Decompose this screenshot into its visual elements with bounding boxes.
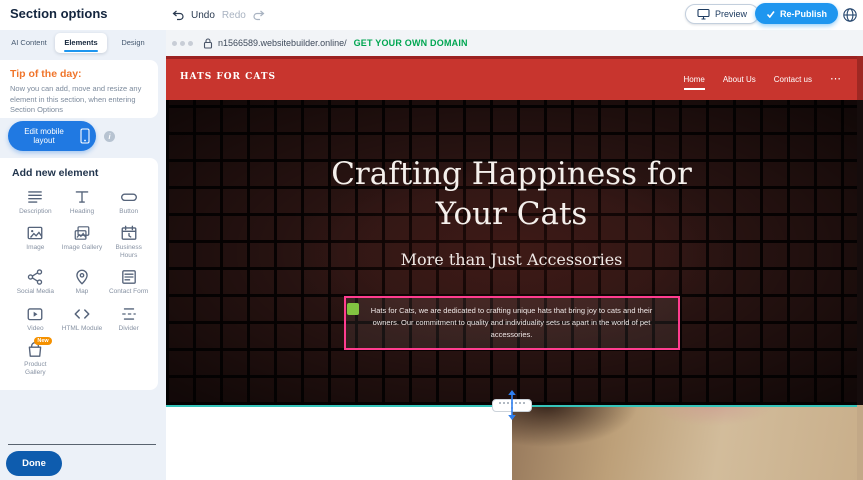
site-preview: HATS FOR CATS Home About Us Contact us ⋯ Cr…	[166, 56, 857, 480]
page-title: Section options	[10, 6, 108, 21]
social-media-icon	[26, 268, 44, 286]
hero-heading[interactable]: Crafting Happiness for Your Cats	[312, 154, 712, 235]
tip-body: Now you can add, move and resize any ele…	[10, 84, 148, 116]
description-icon	[26, 188, 44, 206]
hero-body-text: Hats for Cats, we are dedicated to craft…	[358, 305, 666, 341]
site-nav: Home About Us Contact us ⋯	[684, 59, 842, 100]
element-label: Divider	[119, 325, 139, 333]
preview-button[interactable]: Preview	[685, 4, 759, 24]
sidebar-divider	[8, 444, 156, 445]
next-section-image	[512, 405, 858, 480]
divider-icon	[120, 305, 138, 323]
editor-canvas: n1566589.websitebuilder.online/ GET YOUR…	[166, 30, 863, 480]
mobile-layout-row: Edit mobile layout i	[8, 121, 115, 151]
app-root: Section options Undo Redo Preview Re-Pub…	[0, 0, 863, 480]
hero-subheading[interactable]: More than Just Accessories	[401, 250, 623, 269]
site-logo: HATS FOR CATS	[180, 72, 276, 82]
heading-icon	[73, 188, 91, 206]
tab-design[interactable]: Design	[107, 33, 159, 53]
browser-bar: n1566589.websitebuilder.online/ GET YOUR…	[166, 30, 863, 56]
element-label: Business Hours	[107, 244, 151, 260]
resize-section-arrow-icon[interactable]	[506, 390, 518, 420]
window-dot	[172, 41, 177, 46]
element-label: Description	[19, 208, 52, 216]
add-element-contact-form[interactable]: Contact Form	[105, 264, 152, 299]
add-panel-title: Add new element	[12, 167, 152, 179]
window-dot	[180, 41, 185, 46]
edit-mobile-layout-button[interactable]: Edit mobile layout	[8, 121, 96, 151]
element-label: Contact Form	[109, 288, 148, 296]
site-header[interactable]: HATS FOR CATS Home About Us Contact us ⋯	[166, 56, 857, 100]
redo-icon[interactable]	[253, 10, 265, 21]
add-element-button[interactable]: Button	[105, 184, 152, 219]
nav-more-button[interactable]: ⋯	[830, 74, 841, 85]
top-bar: Section options Undo Redo Preview Re-Pub…	[0, 0, 863, 30]
sidebar-tabs: AI ContentElementsDesign	[3, 33, 159, 53]
hero-section[interactable]: Crafting Happiness for Your Cats More th…	[166, 100, 857, 405]
tip-card: Tip of the day: Now you can add, move an…	[0, 60, 158, 118]
tab-elements[interactable]: Elements	[55, 33, 107, 53]
redo-button[interactable]: Redo	[222, 10, 246, 21]
add-element-social-media[interactable]: Social Media	[12, 264, 59, 299]
window-dot	[188, 41, 193, 46]
tip-title: Tip of the day:	[10, 68, 148, 80]
add-element-product-gallery[interactable]: Product Gallery New	[12, 337, 59, 380]
html-module-icon	[73, 305, 91, 323]
element-label: Map	[76, 288, 89, 296]
add-element-business-hours[interactable]: Business Hours	[105, 220, 152, 263]
image-gallery-icon	[73, 224, 91, 242]
add-element-image-gallery[interactable]: Image Gallery	[59, 220, 106, 263]
tab-ai-content[interactable]: AI Content	[3, 33, 55, 53]
element-grid: Description Heading Button Image Image Galle…	[12, 184, 152, 380]
monitor-icon	[697, 8, 710, 20]
nav-contact-us[interactable]: Contact us	[774, 72, 812, 87]
element-label: Heading	[70, 208, 94, 216]
selected-text-element[interactable]: Hats for Cats, we are dedicated to craft…	[344, 296, 680, 350]
add-element-heading[interactable]: Heading	[59, 184, 106, 219]
get-domain-link[interactable]: GET YOUR OWN DOMAIN	[354, 38, 468, 48]
new-badge: New	[34, 337, 51, 345]
element-label: Video	[27, 325, 44, 333]
video-icon	[26, 305, 44, 323]
phone-icon	[80, 128, 90, 144]
info-icon[interactable]: i	[104, 131, 115, 142]
add-element-image[interactable]: Image	[12, 220, 59, 263]
add-element-description[interactable]: Description	[12, 184, 59, 219]
edit-mobile-label: Edit mobile layout	[14, 127, 74, 145]
element-label: Social Media	[17, 288, 54, 296]
add-element-html-module[interactable]: HTML Module	[59, 301, 106, 336]
preview-label: Preview	[715, 9, 747, 19]
element-drag-handle[interactable]	[347, 303, 359, 315]
add-element-map[interactable]: Map	[59, 264, 106, 299]
undo-button[interactable]: Undo	[191, 10, 215, 21]
done-button[interactable]: Done	[6, 451, 62, 476]
element-label: Button	[119, 208, 138, 216]
site-url: n1566589.websitebuilder.online/	[218, 38, 347, 48]
element-label: Image	[26, 244, 44, 252]
add-element-divider[interactable]: Divider	[105, 301, 152, 336]
map-icon	[73, 268, 91, 286]
check-icon	[766, 10, 775, 18]
globe-icon[interactable]	[842, 7, 858, 23]
history-controls: Undo Redo	[172, 0, 265, 30]
button-icon	[120, 188, 138, 206]
business-hours-icon	[120, 224, 138, 242]
element-label: Image Gallery	[62, 244, 102, 252]
add-element-panel: Add new element Description Heading Button…	[0, 158, 158, 390]
nav-about-us[interactable]: About Us	[723, 72, 756, 87]
element-label: HTML Module	[62, 325, 103, 333]
element-label: Product Gallery	[13, 361, 57, 377]
republish-button[interactable]: Re-Publish	[755, 3, 838, 24]
page-edge-strip	[857, 56, 863, 480]
next-section-text-area	[166, 405, 512, 480]
contact-form-icon	[120, 268, 138, 286]
nav-home[interactable]: Home	[684, 72, 705, 87]
undo-icon[interactable]	[172, 10, 184, 21]
republish-label: Re-Publish	[780, 9, 827, 19]
add-element-video[interactable]: Video	[12, 301, 59, 336]
sidebar: AI ContentElementsDesign Tip of the day:…	[0, 30, 166, 480]
lock-icon	[203, 38, 213, 49]
image-icon	[26, 224, 44, 242]
